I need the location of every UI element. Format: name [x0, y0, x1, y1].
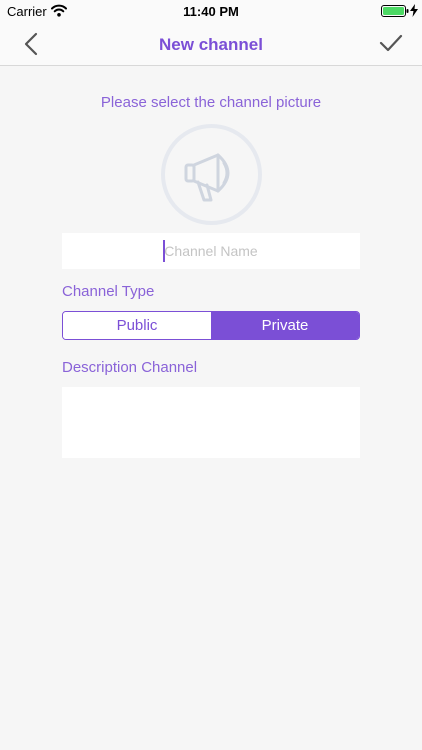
description-field[interactable] [62, 387, 360, 458]
select-picture-label: Please select the channel picture [100, 94, 322, 111]
segment-private[interactable]: Private [211, 312, 359, 339]
battery-icon [381, 5, 409, 17]
segment-public[interactable]: Public [63, 312, 211, 339]
charging-bolt-icon [410, 4, 418, 17]
channel-type-segmented-control: Public Private [62, 311, 360, 340]
channel-name-input[interactable] [62, 233, 360, 269]
channel-type-label: Channel Type [62, 283, 155, 300]
page-title: New channel [159, 35, 263, 54]
description-label: Description Channel [62, 359, 198, 376]
channel-picture-button[interactable] [161, 124, 262, 225]
status-time: 11:40 PM [183, 4, 239, 19]
text-caret [163, 240, 165, 262]
checkmark-icon[interactable] [379, 33, 403, 53]
channel-name-field[interactable] [62, 233, 360, 269]
megaphone-icon [184, 153, 230, 202]
navigation-bar: New channel [0, 22, 422, 66]
status-bar: Carrier 11:40 PM [0, 0, 422, 22]
description-input[interactable] [62, 387, 360, 458]
